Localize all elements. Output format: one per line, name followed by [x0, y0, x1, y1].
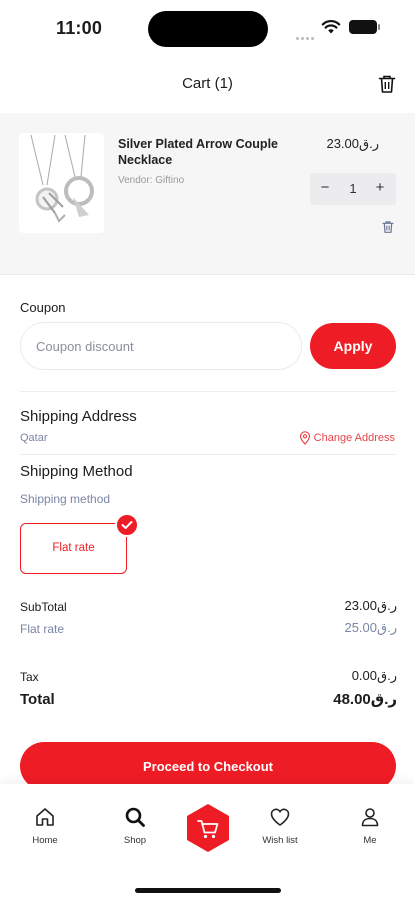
cart-item: Silver Plated Arrow Couple Necklace Vend…: [0, 113, 415, 275]
shipping-method-title: Shipping Method: [20, 463, 133, 480]
nav-wishlist[interactable]: Wish list: [245, 806, 315, 846]
dynamic-island: [148, 11, 268, 47]
total-label: Total: [20, 691, 55, 708]
bottom-navigation: Home Shop Wish list Me: [0, 784, 415, 900]
total-value: 48.00ر.ق: [333, 691, 397, 708]
wifi-icon: [321, 20, 341, 34]
tax-label: Tax: [20, 670, 39, 684]
check-icon: [121, 521, 133, 529]
status-bar: 11:00: [0, 0, 415, 58]
location-pin-icon: [299, 431, 310, 445]
coupon-label: Coupon: [20, 300, 66, 315]
nav-cart[interactable]: [183, 803, 233, 853]
tax-value: 0.00ر.ق: [351, 668, 397, 683]
cart-icon: [187, 804, 229, 852]
product-name[interactable]: Silver Plated Arrow Couple Necklace: [118, 136, 308, 168]
nav-home[interactable]: Home: [10, 806, 80, 846]
coupon-input[interactable]: [20, 322, 302, 370]
status-time: 11:00: [56, 18, 103, 38]
user-icon: [361, 808, 379, 827]
shipping-option-flat-rate[interactable]: Flat rate: [20, 523, 127, 574]
subtotal-value: 23.00ر.ق: [344, 598, 397, 613]
selected-check-badge: [115, 513, 139, 537]
nav-wishlist-label: Wish list: [262, 835, 298, 846]
divider: [20, 454, 396, 455]
signal-dots-icon: [296, 27, 318, 40]
shipping-option-label: Flat rate: [52, 542, 95, 554]
battery-icon: [349, 20, 380, 34]
shipping-country: Qatar: [20, 432, 48, 444]
home-icon: [36, 808, 54, 826]
product-price: 23.00ر.ق: [326, 136, 379, 151]
divider: [20, 391, 396, 392]
shipping-method-label: Shipping method: [20, 492, 111, 506]
nav-shop-label: Shop: [123, 835, 147, 846]
apply-coupon-button[interactable]: Apply: [310, 323, 396, 369]
nav-shop[interactable]: Shop: [100, 806, 170, 846]
trash-icon[interactable]: [382, 220, 394, 234]
home-indicator: [135, 888, 281, 893]
quantity-value: 1: [349, 181, 357, 196]
shipping-address-title: Shipping Address: [20, 408, 137, 425]
increase-quantity-button[interactable]: +: [370, 179, 390, 196]
search-icon: [125, 807, 145, 827]
subtotal-label: SubTotal: [20, 600, 67, 614]
product-vendor: Vendor: Giftino: [118, 175, 185, 186]
proceed-to-checkout-button[interactable]: Proceed to Checkout: [20, 742, 396, 790]
nav-me-label: Me: [363, 835, 377, 846]
decrease-quantity-button[interactable]: −: [315, 179, 335, 196]
trash-icon[interactable]: [378, 74, 396, 94]
product-image[interactable]: [19, 133, 104, 233]
nav-home-label: Home: [32, 835, 58, 846]
header: Cart (1): [0, 62, 415, 110]
change-address-link[interactable]: Change Address: [299, 431, 395, 445]
quantity-stepper: − 1 +: [310, 173, 396, 205]
flat-rate-value: 25.00ر.ق: [344, 620, 397, 635]
page-title: Cart (1): [182, 75, 233, 92]
flat-rate-label: Flat rate: [20, 622, 65, 636]
nav-me[interactable]: Me: [335, 806, 405, 846]
heart-icon: [270, 808, 290, 826]
change-address-label: Change Address: [313, 432, 395, 444]
